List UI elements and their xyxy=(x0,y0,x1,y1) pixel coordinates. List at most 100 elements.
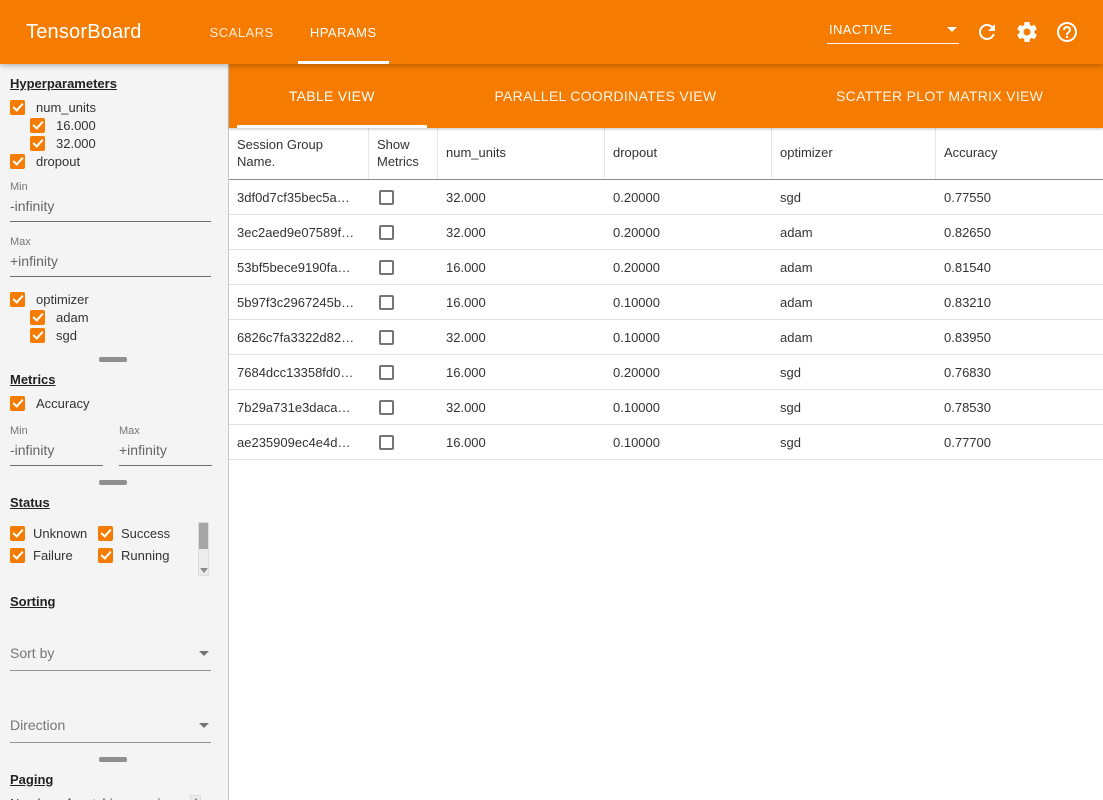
cell-session-group-name: 3ec2aed9e07589f… xyxy=(229,225,369,240)
table-row[interactable]: 3ec2aed9e07589f… 32.000 0.20000 adam 0.8… xyxy=(229,215,1103,250)
cell-session-group-name: 5b97f3c2967245b… xyxy=(229,295,369,310)
checkbox-icon xyxy=(98,526,113,541)
status-dropdown[interactable]: INACTIVE xyxy=(827,20,959,44)
cell-optimizer: sgd xyxy=(772,190,936,205)
checkbox-status-success[interactable]: Success xyxy=(98,525,194,541)
checkbox-status-unknown[interactable]: Unknown xyxy=(10,525,98,541)
checkbox-num-units[interactable]: num_units xyxy=(10,99,216,115)
checkbox-icon xyxy=(30,136,45,151)
checkbox-optimizer-adam[interactable]: adam xyxy=(30,309,216,325)
chevron-down-icon xyxy=(947,27,957,32)
cell-session-group-name: 6826c7fa3322d82… xyxy=(229,330,369,345)
checkbox-dropout[interactable]: dropout xyxy=(10,153,216,169)
cell-num-units: 16.000 xyxy=(438,365,605,380)
tab-parallel-coordinates-view[interactable]: PARALLEL COORDINATES VIEW xyxy=(435,64,777,128)
table-row[interactable]: ae235909ec4e4d… 16.000 0.10000 sgd 0.777… xyxy=(229,425,1103,460)
direction-select[interactable]: Direction xyxy=(10,713,211,743)
table-row[interactable]: 53bf5bece9190fa… 16.000 0.20000 adam 0.8… xyxy=(229,250,1103,285)
show-metrics-checkbox[interactable] xyxy=(379,190,394,205)
tab-table-view[interactable]: TABLE VIEW xyxy=(229,64,435,128)
tab-scalars[interactable]: SCALARS xyxy=(192,0,292,64)
metric-min-input[interactable]: -infinity xyxy=(10,437,103,466)
cell-dropout: 0.10000 xyxy=(605,435,772,450)
cell-dropout: 0.10000 xyxy=(605,295,772,310)
table-row[interactable]: 3df0d7cf35bec5a… 32.000 0.20000 sgd 0.77… xyxy=(229,180,1103,215)
cell-optimizer: adam xyxy=(772,260,936,275)
dropout-min-label: Min xyxy=(10,181,216,193)
show-metrics-checkbox[interactable] xyxy=(379,365,394,380)
show-metrics-checkbox[interactable] xyxy=(379,400,394,415)
tab-scatter-plot-matrix-view[interactable]: SCATTER PLOT MATRIX VIEW xyxy=(776,64,1103,128)
checkbox-status-running[interactable]: Running xyxy=(98,547,194,563)
cell-dropout: 0.20000 xyxy=(605,365,772,380)
table-row[interactable]: 7684dcc13358fd0… 16.000 0.20000 sgd 0.76… xyxy=(229,355,1103,390)
col-session-group-name[interactable]: Session Group Name. xyxy=(229,128,369,179)
section-resize-handle[interactable] xyxy=(99,757,127,762)
col-show-metrics[interactable]: Show Metrics xyxy=(369,128,438,179)
gear-icon[interactable] xyxy=(1015,20,1039,44)
top-bar: TensorBoard SCALARS HPARAMS INACTIVE xyxy=(0,0,1103,64)
cell-session-group-name: 53bf5bece9190fa… xyxy=(229,260,369,275)
col-accuracy[interactable]: Accuracy xyxy=(936,128,1103,179)
checkbox-num-units-16[interactable]: 16.000 xyxy=(30,117,216,133)
table-header: Session Group Name. Show Metrics num_uni… xyxy=(229,128,1103,180)
main-layout: Hyperparameters num_units 16.000 32.000 xyxy=(0,64,1103,800)
sort-by-select[interactable]: Sort by xyxy=(10,641,211,671)
checkbox-accuracy[interactable]: Accuracy xyxy=(10,395,216,411)
show-metrics-checkbox[interactable] xyxy=(379,225,394,240)
cell-optimizer: adam xyxy=(772,295,936,310)
main-nav: SCALARS HPARAMS xyxy=(192,0,395,64)
cell-num-units: 32.000 xyxy=(438,330,605,345)
cell-accuracy: 0.77550 xyxy=(936,190,1103,205)
topbar-actions: INACTIVE xyxy=(827,20,1079,44)
col-optimizer[interactable]: optimizer xyxy=(772,128,936,179)
dropout-max-input[interactable]: +infinity xyxy=(10,248,211,277)
cell-num-units: 16.000 xyxy=(438,435,605,450)
sorting-section: Sorting Sort by Direction xyxy=(10,594,216,743)
main-content: TABLE VIEW PARALLEL COORDINATES VIEW SCA… xyxy=(229,64,1103,800)
scrollbar-thumb[interactable] xyxy=(199,523,208,549)
cell-accuracy: 0.82650 xyxy=(936,225,1103,240)
checkbox-num-units-32[interactable]: 32.000 xyxy=(30,135,216,151)
col-dropout[interactable]: dropout xyxy=(605,128,772,179)
tab-hparams[interactable]: HPARAMS xyxy=(292,0,395,64)
status-scrollbar[interactable] xyxy=(198,522,209,576)
cell-accuracy: 0.83950 xyxy=(936,330,1103,345)
checkbox-status-failure[interactable]: Failure xyxy=(10,547,98,563)
app-title: TensorBoard xyxy=(26,21,142,44)
dropout-min-input[interactable]: -infinity xyxy=(10,193,211,222)
table-row[interactable]: 5b97f3c2967245b… 16.000 0.10000 adam 0.8… xyxy=(229,285,1103,320)
metric-max-input[interactable]: +infinity xyxy=(119,437,212,466)
section-resize-handle[interactable] xyxy=(99,480,127,485)
scroll-down-icon[interactable] xyxy=(200,568,208,573)
section-resize-handle[interactable] xyxy=(99,357,127,362)
paging-scrollbar[interactable] xyxy=(190,795,201,800)
col-num-units[interactable]: num_units xyxy=(438,128,605,179)
table-row[interactable]: 7b29a731e3daca… 32.000 0.10000 sgd 0.785… xyxy=(229,390,1103,425)
cell-accuracy: 0.83210 xyxy=(936,295,1103,310)
checkbox-icon xyxy=(10,292,25,307)
chevron-down-icon xyxy=(199,651,209,656)
cell-optimizer: adam xyxy=(772,330,936,345)
cell-accuracy: 0.78530 xyxy=(936,400,1103,415)
view-tabs: TABLE VIEW PARALLEL COORDINATES VIEW SCA… xyxy=(229,64,1103,128)
checkbox-icon xyxy=(98,548,113,563)
cell-num-units: 16.000 xyxy=(438,260,605,275)
cell-session-group-name: 7684dcc13358fd0… xyxy=(229,365,369,380)
cell-dropout: 0.20000 xyxy=(605,225,772,240)
show-metrics-checkbox[interactable] xyxy=(379,435,394,450)
cell-optimizer: sgd xyxy=(772,435,936,450)
checkbox-optimizer-sgd[interactable]: sgd xyxy=(30,327,216,343)
sorting-heading: Sorting xyxy=(10,594,216,609)
metric-max-label: Max xyxy=(119,425,212,437)
show-metrics-checkbox[interactable] xyxy=(379,330,394,345)
table-row[interactable]: 6826c7fa3322d82… 32.000 0.10000 adam 0.8… xyxy=(229,320,1103,355)
checkbox-optimizer[interactable]: optimizer xyxy=(10,291,216,307)
help-icon[interactable] xyxy=(1055,20,1079,44)
show-metrics-checkbox[interactable] xyxy=(379,295,394,310)
refresh-icon[interactable] xyxy=(975,20,999,44)
cell-optimizer: sgd xyxy=(772,400,936,415)
direction-value: Direction xyxy=(10,717,65,733)
checkbox-icon xyxy=(10,548,25,563)
show-metrics-checkbox[interactable] xyxy=(379,260,394,275)
